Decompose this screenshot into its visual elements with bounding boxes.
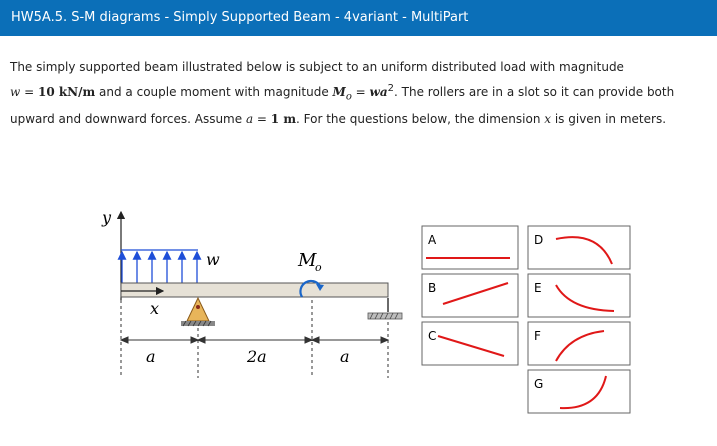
option-E[interactable]: E xyxy=(527,273,631,318)
option-G-label: G xyxy=(534,377,543,391)
y-axis-label: y xyxy=(101,208,112,227)
dimension-arrows xyxy=(119,336,390,344)
option-A[interactable]: A xyxy=(421,225,519,270)
option-C-label: C xyxy=(428,329,436,343)
option-B-label: B xyxy=(428,281,436,295)
x-axis-label: x xyxy=(150,299,159,318)
option-F-label: F xyxy=(534,329,541,343)
dimension-lines xyxy=(120,300,389,378)
roller-support xyxy=(367,298,403,320)
option-D[interactable]: D xyxy=(527,225,631,270)
option-C[interactable]: C xyxy=(421,321,519,366)
dim-label-a1: a xyxy=(146,347,156,366)
option-G[interactable]: G xyxy=(527,369,631,414)
y-axis: y xyxy=(101,208,126,300)
load-label: w xyxy=(206,250,220,269)
pin-support xyxy=(181,296,215,327)
dim-label-a2: a xyxy=(340,347,350,366)
option-B[interactable]: B xyxy=(421,273,519,318)
beam-diagram: y w x M o a 2a a A B C D E F G xyxy=(101,208,631,414)
option-E-label: E xyxy=(534,281,542,295)
dim-label-2a: 2a xyxy=(246,347,267,366)
beam xyxy=(120,282,389,298)
option-D-label: D xyxy=(534,233,543,247)
moment-label: M xyxy=(297,250,317,271)
distributed-load: w xyxy=(117,249,220,283)
moment-subscript: o xyxy=(315,261,322,274)
option-A-label: A xyxy=(428,233,437,247)
option-F[interactable]: F xyxy=(527,321,631,366)
